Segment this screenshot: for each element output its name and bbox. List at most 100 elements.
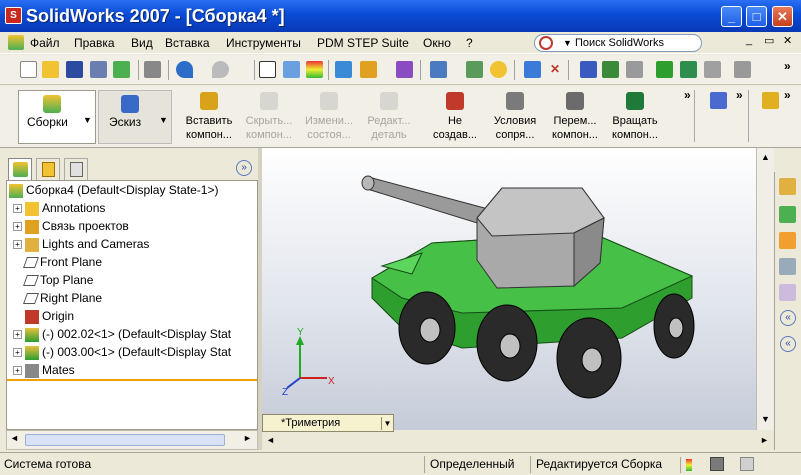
command-button-1[interactable]: Скрыть... компон... [238,90,300,142]
pan-view-icon[interactable] [680,61,697,78]
search-pane-icon[interactable] [779,258,796,275]
redo-icon[interactable] [212,61,229,78]
expand-icon[interactable]: + [13,366,22,376]
view-dropdown-icon[interactable]: ▼ [381,417,393,430]
save-icon[interactable] [66,61,83,78]
cmdmgr-overflow-icon[interactable]: » [684,88,691,102]
menu-file[interactable]: Файл [30,36,60,50]
expand-icon[interactable]: + [13,348,22,358]
print-icon[interactable] [144,61,161,78]
menu-tools[interactable]: Инструменты [226,36,301,50]
sketch-dropdown-icon[interactable]: ▼ [159,115,168,125]
command-button-7[interactable]: Вращать компон... [604,90,666,142]
toolbar-overflow-icon[interactable]: » [784,59,791,73]
rebuild-icon[interactable] [306,61,323,78]
cancel-icon[interactable]: ✕ [550,62,560,76]
select-arrow-icon[interactable] [259,61,276,78]
doc-minimize-button[interactable]: _ [746,34,752,46]
cmdmgr-overflow2-icon[interactable]: » [736,88,743,102]
command-button-3[interactable]: Редакт... деталь [358,90,420,142]
search-icon[interactable] [539,36,553,50]
select-tool-icon[interactable] [283,61,300,78]
quick-tips-icon[interactable] [740,457,754,471]
window-layout-icon[interactable] [430,61,447,78]
tree-item[interactable]: + Lights and Cameras [13,237,149,255]
doc-close-button[interactable]: ✕ [783,34,792,47]
command-button-0[interactable]: Вставить компон... [178,90,240,142]
viewport-horizontal-scrollbar[interactable]: ◄ ► [262,432,774,450]
tree-horizontal-scrollbar[interactable]: ◄ ► [6,430,258,450]
help-icon[interactable] [490,61,507,78]
zoom-fit-icon[interactable] [602,61,619,78]
tree-item[interactable]: + Связь проектов [13,219,129,237]
menu-view[interactable]: Вид [131,36,153,50]
display-style-icon[interactable] [704,61,721,78]
tree-item[interactable]: + Annotations [13,201,105,219]
view-palette-icon[interactable] [779,284,796,301]
cmdmgr-overflow3-icon[interactable]: » [784,88,791,102]
sketch-tab[interactable]: Эскиз ▼ [98,90,172,144]
scroll-left-icon[interactable]: ◄ [10,433,19,443]
graphics-viewport[interactable]: Y X Z [262,148,774,430]
scroll-thumb[interactable] [25,434,225,446]
tree-item[interactable]: + (-) 003.00<1> (Default<Display Stat [13,345,231,363]
tree-item[interactable]: Top Plane [13,273,93,291]
view-orient-icon[interactable] [580,61,597,78]
file-properties-icon[interactable] [466,61,483,78]
assembly-dropdown-icon[interactable]: ▼ [83,115,92,125]
rebuild-status-icon[interactable] [680,457,696,473]
command-button-2[interactable]: Измени... состоя... [298,90,360,142]
tree-item[interactable]: Origin [13,309,74,327]
collapse-pane2-icon[interactable]: « [780,336,796,352]
tree-item[interactable]: + (-) 002.02<1> (Default<Display Stat [13,327,231,345]
menu-pdm-step-suite[interactable]: PDM STEP Suite [317,36,409,50]
rollback-bar[interactable] [7,379,257,381]
mate-wizard-icon[interactable] [710,92,727,109]
menu-edit[interactable]: Правка [74,36,115,50]
home-icon[interactable] [779,178,796,195]
options-icon[interactable] [360,61,377,78]
command-button-4[interactable]: Не создав... [424,90,486,142]
document-icon[interactable] [8,35,24,50]
section-view-icon[interactable] [626,61,643,78]
hide-show-icon[interactable] [734,61,751,78]
viewport-vertical-scrollbar[interactable]: ▲ ▼ [756,148,774,430]
grid-icon[interactable] [335,61,352,78]
color-palette-icon[interactable] [524,61,541,78]
expand-icon[interactable]: + [13,330,22,340]
scroll-up-icon[interactable]: ▲ [761,152,770,162]
maximize-button[interactable]: □ [746,6,767,27]
expand-icon[interactable]: + [13,240,22,250]
minimize-button[interactable]: _ [721,6,742,27]
expand-icon[interactable]: + [13,204,22,214]
dropdown-arrow-icon[interactable]: ▼ [563,38,572,48]
rotate-view-icon[interactable] [656,61,673,78]
open-folder-icon[interactable] [42,61,59,78]
scroll-down-icon[interactable]: ▼ [761,414,770,424]
command-button-6[interactable]: Перем... компон... [544,90,606,142]
interference-icon[interactable] [762,92,779,109]
tank-model[interactable]: Y X Z [262,148,774,430]
tree-item[interactable]: Сборка4 (Default<Display State-1>) [9,183,218,201]
command-button-5[interactable]: Условия сопря... [484,90,546,142]
configuration-manager-tab[interactable] [64,158,88,180]
tree-item[interactable]: Front Plane [13,255,102,273]
title-bar[interactable]: S SolidWorks 2007 - [Сборка4 *] _ □ ✕ [0,0,801,32]
print-preview-icon[interactable] [90,61,107,78]
expand-panel-icon[interactable]: » [236,160,252,176]
assembly-tab[interactable]: Сборки ▼ [18,90,96,144]
tree-item[interactable]: Right Plane [13,291,102,309]
undo-icon[interactable] [176,61,193,78]
feature-tree[interactable]: Сборка4 (Default<Display State-1>) + Annot… [6,180,258,430]
bottom-scroll-right-icon[interactable]: ► [760,435,769,445]
menu-insert[interactable]: Вставка [165,36,210,50]
units-icon[interactable] [710,457,724,471]
collapse-pane-icon[interactable]: « [780,310,796,326]
bottom-scroll-left-icon[interactable]: ◄ [266,435,275,445]
doc-restore-button[interactable]: ▭ [764,34,774,47]
view-name-tab[interactable]: *Триметрия ▼ [262,414,394,432]
design-library-icon[interactable] [779,206,796,223]
scroll-right-icon[interactable]: ► [243,433,252,443]
close-button[interactable]: ✕ [772,6,793,27]
file-explorer-icon[interactable] [779,232,796,249]
